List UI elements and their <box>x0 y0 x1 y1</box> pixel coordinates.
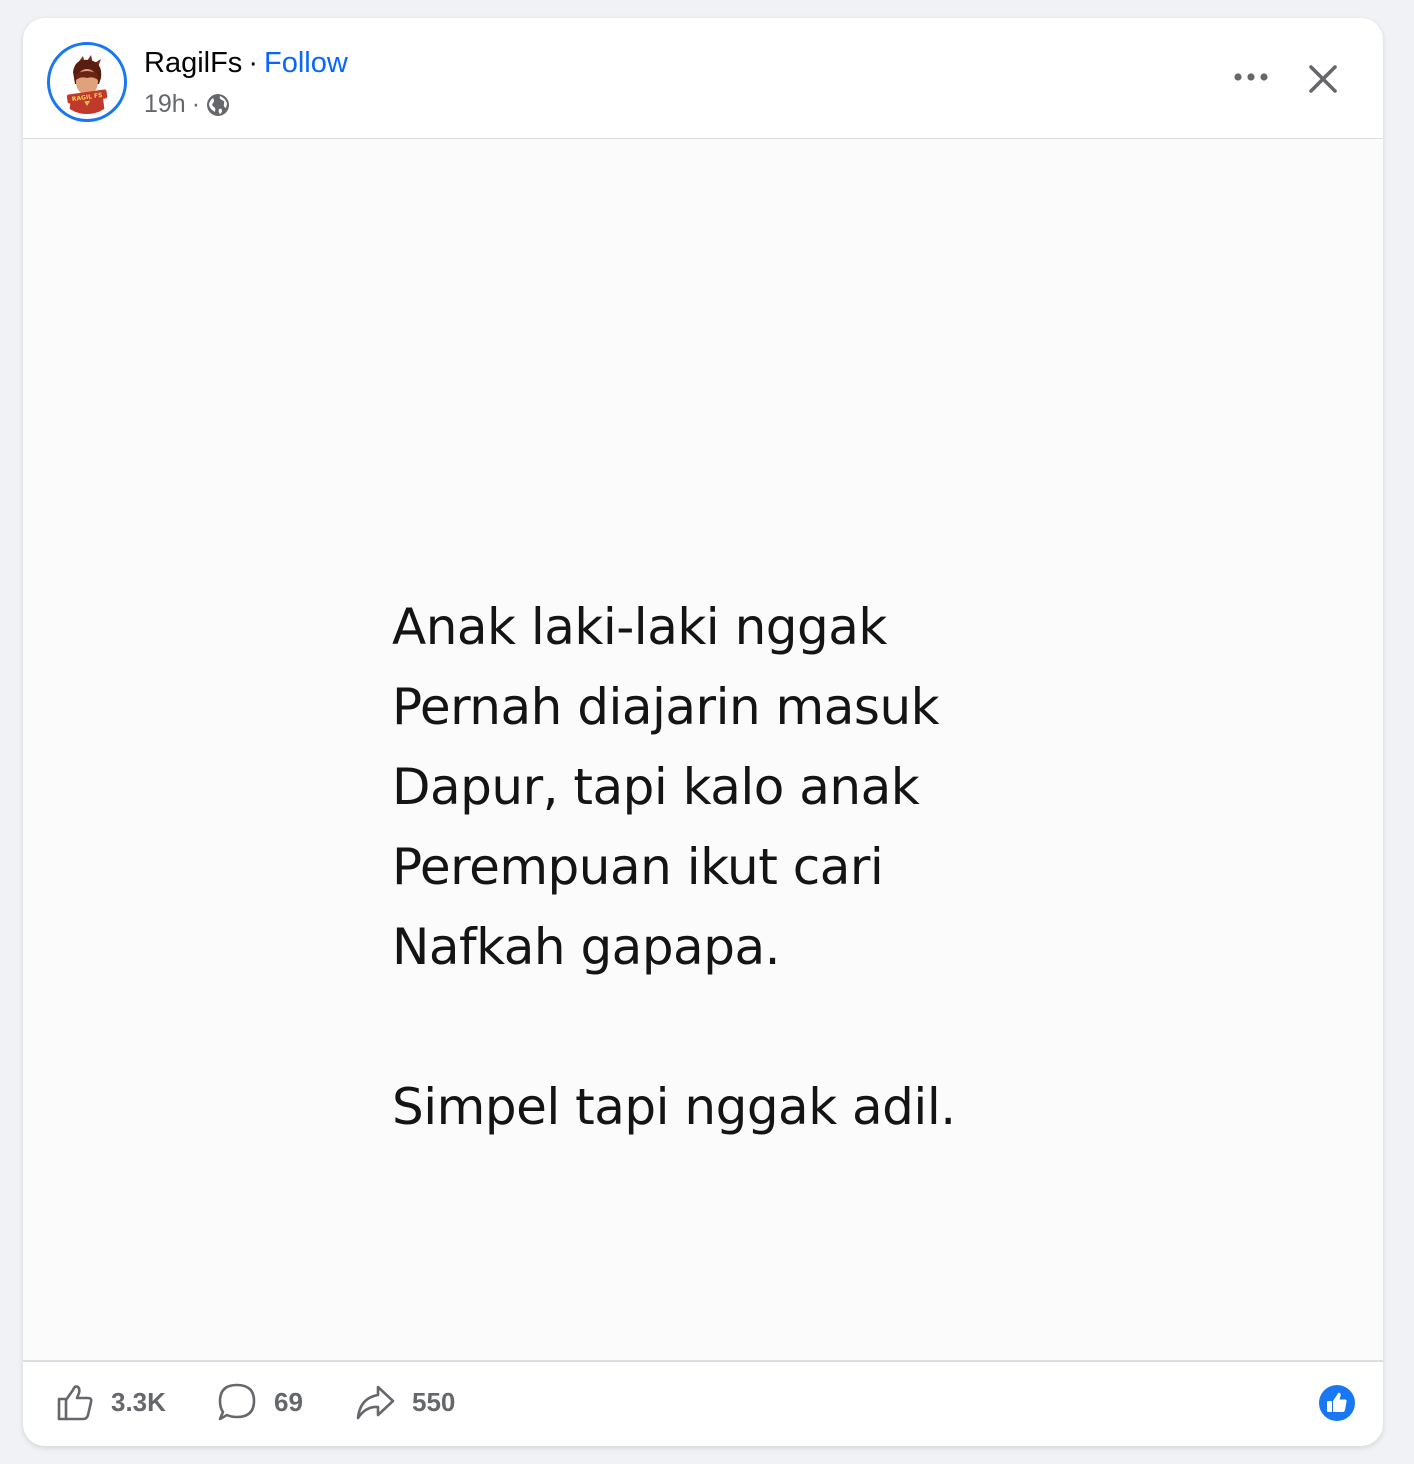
image-text-line: Perempuan ikut cari <box>392 838 884 896</box>
follow-button[interactable]: Follow <box>264 47 348 79</box>
post-image[interactable]: Anak laki-laki nggak Pernah diajarin mas… <box>23 139 1383 1360</box>
comment-button[interactable]: 69 <box>216 1380 303 1424</box>
image-text-closing: Simpel tapi nggak adil. <box>392 1078 956 1136</box>
close-icon <box>1309 65 1337 93</box>
more-dots-icon <box>1234 73 1268 81</box>
share-button[interactable]: 550 <box>354 1380 455 1424</box>
avatar-image: RAGIL FS <box>55 50 119 114</box>
more-options-button[interactable] <box>1230 64 1274 90</box>
meta-separator: · <box>191 90 201 118</box>
post-card: RAGIL FS RagilFs · Follow 19h · Anak lak… <box>23 18 1383 1446</box>
close-button[interactable] <box>1303 59 1343 99</box>
avatar[interactable]: RAGIL FS <box>47 42 127 122</box>
post-actions: 3.3K 69 550 <box>23 1360 1383 1446</box>
image-text-line: Dapur, tapi kalo anak <box>392 758 920 816</box>
author-name[interactable]: RagilFs <box>144 47 242 79</box>
like-reaction-icon <box>1319 1385 1355 1421</box>
share-icon <box>356 1385 395 1420</box>
thumbs-up-icon <box>57 1385 93 1421</box>
comment-icon <box>218 1383 256 1421</box>
name-separator: · <box>248 47 258 79</box>
comment-count: 69 <box>274 1386 303 1417</box>
like-count: 3.3K <box>111 1386 166 1417</box>
like-reaction-badge[interactable] <box>1318 1384 1356 1422</box>
image-text-line: Nafkah gapapa. <box>392 918 780 976</box>
image-text-line: Anak laki-laki nggak <box>392 598 887 656</box>
image-text-spacer <box>392 987 956 1067</box>
post-meta: 19h · <box>144 88 230 120</box>
globe-icon[interactable] <box>206 93 230 117</box>
share-count: 550 <box>412 1386 456 1417</box>
author-line: RagilFs · Follow <box>144 45 348 81</box>
image-text-line: Pernah diajarin masuk <box>392 678 940 736</box>
like-button[interactable]: 3.3K <box>55 1380 166 1424</box>
post-image-text: Anak laki-laki nggak Pernah diajarin mas… <box>392 587 956 1147</box>
post-time[interactable]: 19h <box>144 88 186 120</box>
post-header: RAGIL FS RagilFs · Follow 19h · <box>23 18 1383 139</box>
